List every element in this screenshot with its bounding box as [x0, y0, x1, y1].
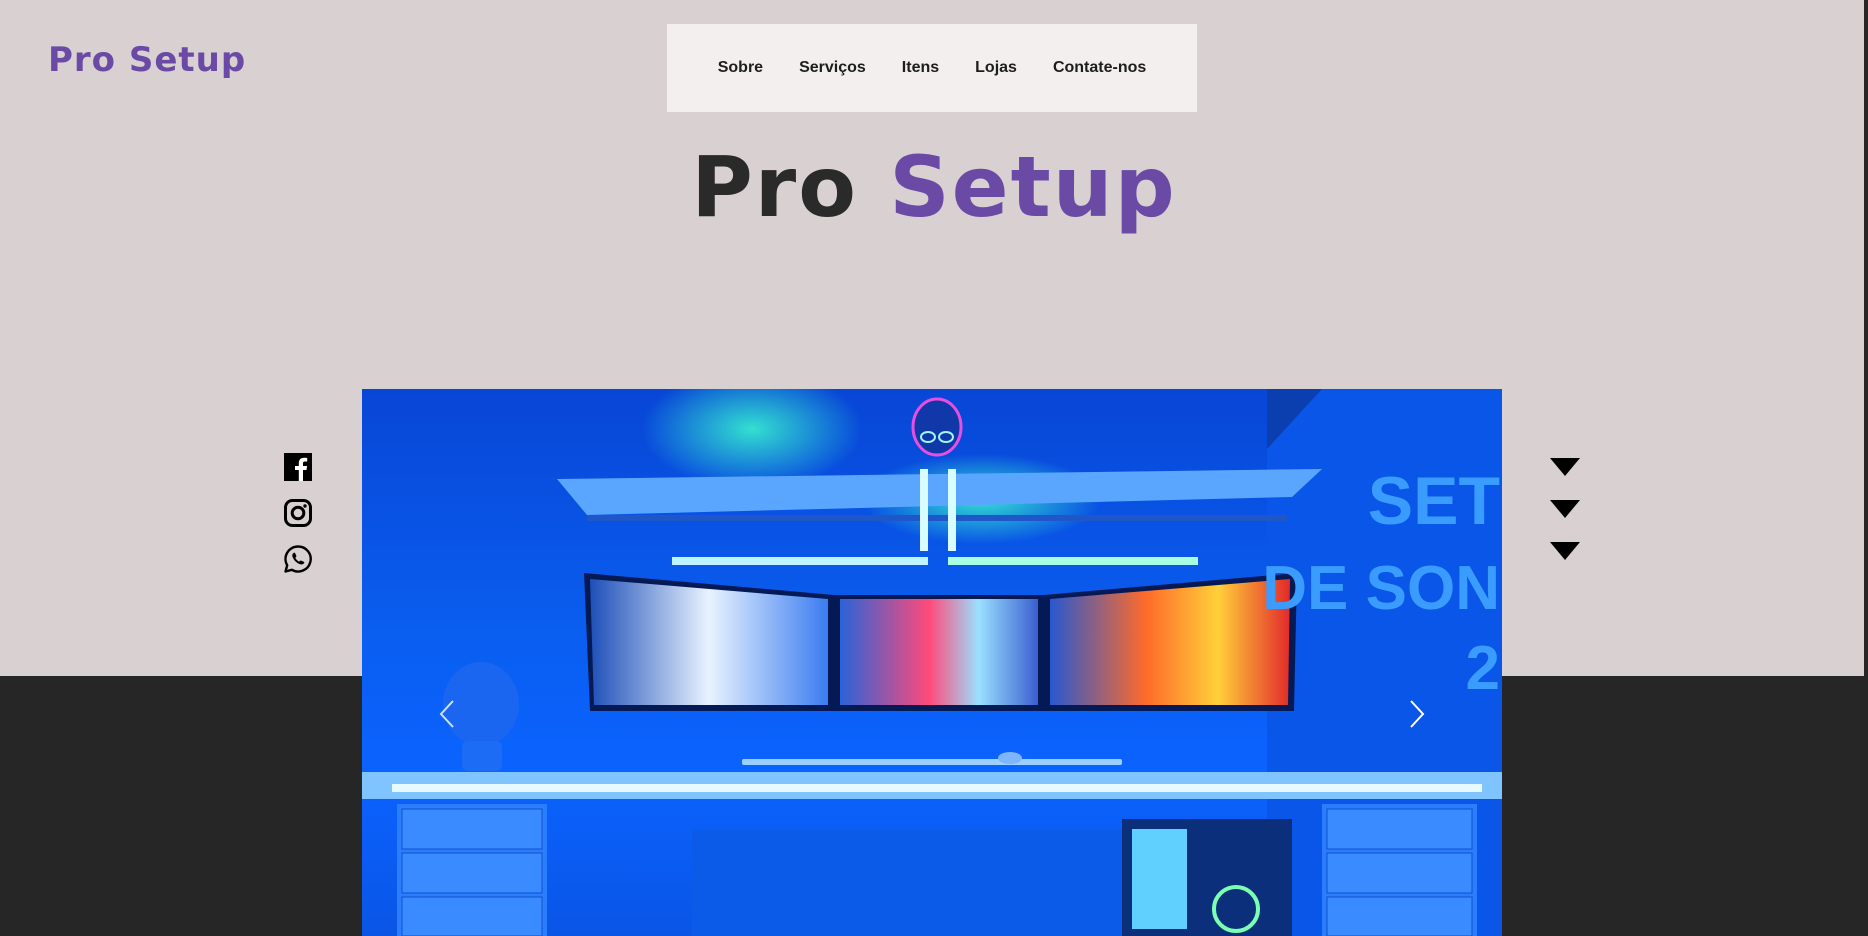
dropdown-arrow-icon[interactable] — [1550, 458, 1580, 476]
dropdown-arrows — [1550, 458, 1580, 560]
nav-item-servicos[interactable]: Serviços — [799, 59, 866, 77]
hero-title-word2: Setup — [889, 138, 1177, 236]
hero-title-word1: Pro — [691, 138, 858, 236]
social-bar — [283, 452, 313, 574]
nav-item-contate[interactable]: Contate-nos — [1053, 59, 1146, 77]
chevron-right-icon — [1410, 700, 1425, 728]
gaming-setup-image: SET DE SON 2 — [362, 389, 1502, 936]
nav-item-itens[interactable]: Itens — [902, 59, 939, 77]
instagram-icon[interactable] — [283, 498, 313, 528]
chevron-left-icon — [439, 700, 454, 728]
wall-text-line1: SET — [1368, 463, 1500, 539]
hero-title: Pro Setup — [0, 138, 1868, 236]
site-logo[interactable]: Pro Setup — [48, 40, 246, 80]
nav-item-sobre[interactable]: Sobre — [718, 59, 763, 77]
wall-text-line3: 2 — [1466, 634, 1500, 703]
main-nav: Sobre Serviços Itens Lojas Contate-nos — [667, 24, 1197, 112]
image-slideshow[interactable]: SET DE SON 2 — [362, 389, 1502, 936]
slideshow-next-button[interactable] — [1402, 689, 1432, 739]
nav-item-lojas[interactable]: Lojas — [975, 59, 1017, 77]
dropdown-arrow-icon[interactable] — [1550, 542, 1580, 560]
facebook-icon[interactable] — [283, 452, 313, 482]
whatsapp-icon[interactable] — [283, 544, 313, 574]
slideshow-prev-button[interactable] — [432, 689, 462, 739]
dropdown-arrow-icon[interactable] — [1550, 500, 1580, 518]
wall-text-line2: DE SON — [1262, 554, 1500, 623]
